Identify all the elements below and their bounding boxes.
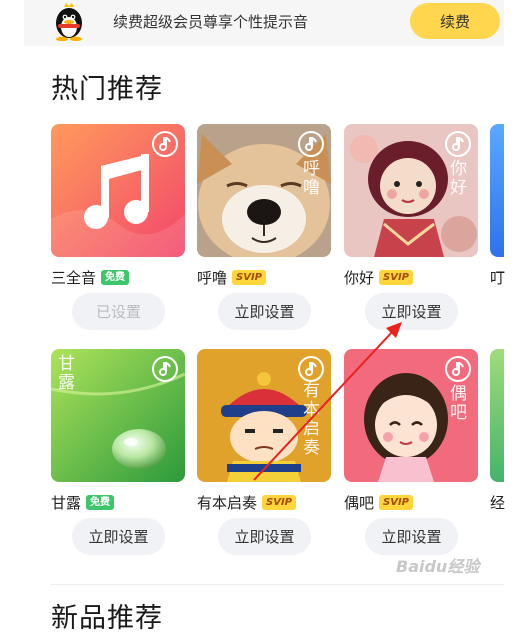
music-note-icon xyxy=(445,356,471,382)
banner-text: 续费超级会员尊享个性提示音 xyxy=(113,13,309,31)
music-note-icon xyxy=(298,356,324,382)
ringtone-name: 你好 xyxy=(344,268,375,287)
ringtone-name: 三全音 xyxy=(51,268,97,287)
ringtone-name-row: 甘露 免费 xyxy=(51,491,115,513)
next-section-title: 新品推荐 xyxy=(51,603,163,634)
ringtone-name-row: 你好 SVIP xyxy=(344,266,414,288)
music-note-icon xyxy=(152,356,178,382)
cover-title: 偶吧 xyxy=(450,384,467,423)
ringtone-cover[interactable]: 你好 xyxy=(344,124,478,257)
cover-title: 你好 xyxy=(450,159,467,198)
renew-banner: 续费超级会员尊享个性提示音 续费 xyxy=(24,0,504,46)
set-now-button[interactable]: 立即设置 xyxy=(365,518,458,555)
ringtone-name-row: 呼噜 SVIP xyxy=(197,266,267,288)
ringtone-cover[interactable]: 有本启奏 xyxy=(197,349,331,482)
renew-button[interactable]: 续费 xyxy=(410,3,500,39)
ringtone-name-row: 有本启奏 SVIP xyxy=(197,491,297,513)
svip-badge: SVIP xyxy=(379,494,414,510)
next-ringtone-name: 叮 xyxy=(490,269,506,287)
free-badge: 免费 xyxy=(86,494,115,510)
ringtone-cover[interactable]: 偶吧 xyxy=(344,349,478,482)
set-now-button[interactable]: 立即设置 xyxy=(218,293,311,330)
svip-badge: SVIP xyxy=(262,494,297,510)
section-title: 热门推荐 xyxy=(51,74,163,105)
ringtone-name: 甘露 xyxy=(51,493,82,512)
music-note-icon xyxy=(445,131,471,157)
ringtone-name: 偶吧 xyxy=(344,493,375,512)
svip-badge: SVIP xyxy=(379,269,414,285)
already-set-button[interactable]: 已设置 xyxy=(72,293,165,330)
music-note-icon xyxy=(298,131,324,157)
ringtone-name-row: 偶吧 SVIP xyxy=(344,491,414,513)
next-ringtone-cover[interactable] xyxy=(490,124,504,257)
cover-title: 甘露 xyxy=(58,354,75,393)
cover-title: 呼噜 xyxy=(303,159,320,198)
ringtone-cover[interactable] xyxy=(51,124,185,257)
ringtone-cover[interactable]: 呼噜 xyxy=(197,124,331,257)
music-note-icon xyxy=(152,131,178,157)
ringtone-cover[interactable]: 甘露 xyxy=(51,349,185,482)
watermark: Baidu经验 xyxy=(396,557,480,576)
qq-penguin-icon xyxy=(56,3,82,41)
next-ringtone-name: 经 xyxy=(490,494,506,512)
section-divider xyxy=(51,584,504,585)
cover-title: 有本启奏 xyxy=(303,381,320,458)
ringtone-name: 呼噜 xyxy=(197,268,228,287)
set-now-button[interactable]: 立即设置 xyxy=(72,518,165,555)
set-now-button[interactable]: 立即设置 xyxy=(218,518,311,555)
set-now-button[interactable]: 立即设置 xyxy=(365,293,458,330)
svip-badge: SVIP xyxy=(232,269,267,285)
next-ringtone-cover[interactable] xyxy=(490,349,504,482)
ringtone-name: 有本启奏 xyxy=(197,493,258,512)
ringtone-name-row: 三全音 免费 xyxy=(51,266,130,288)
free-badge: 免费 xyxy=(101,269,130,285)
